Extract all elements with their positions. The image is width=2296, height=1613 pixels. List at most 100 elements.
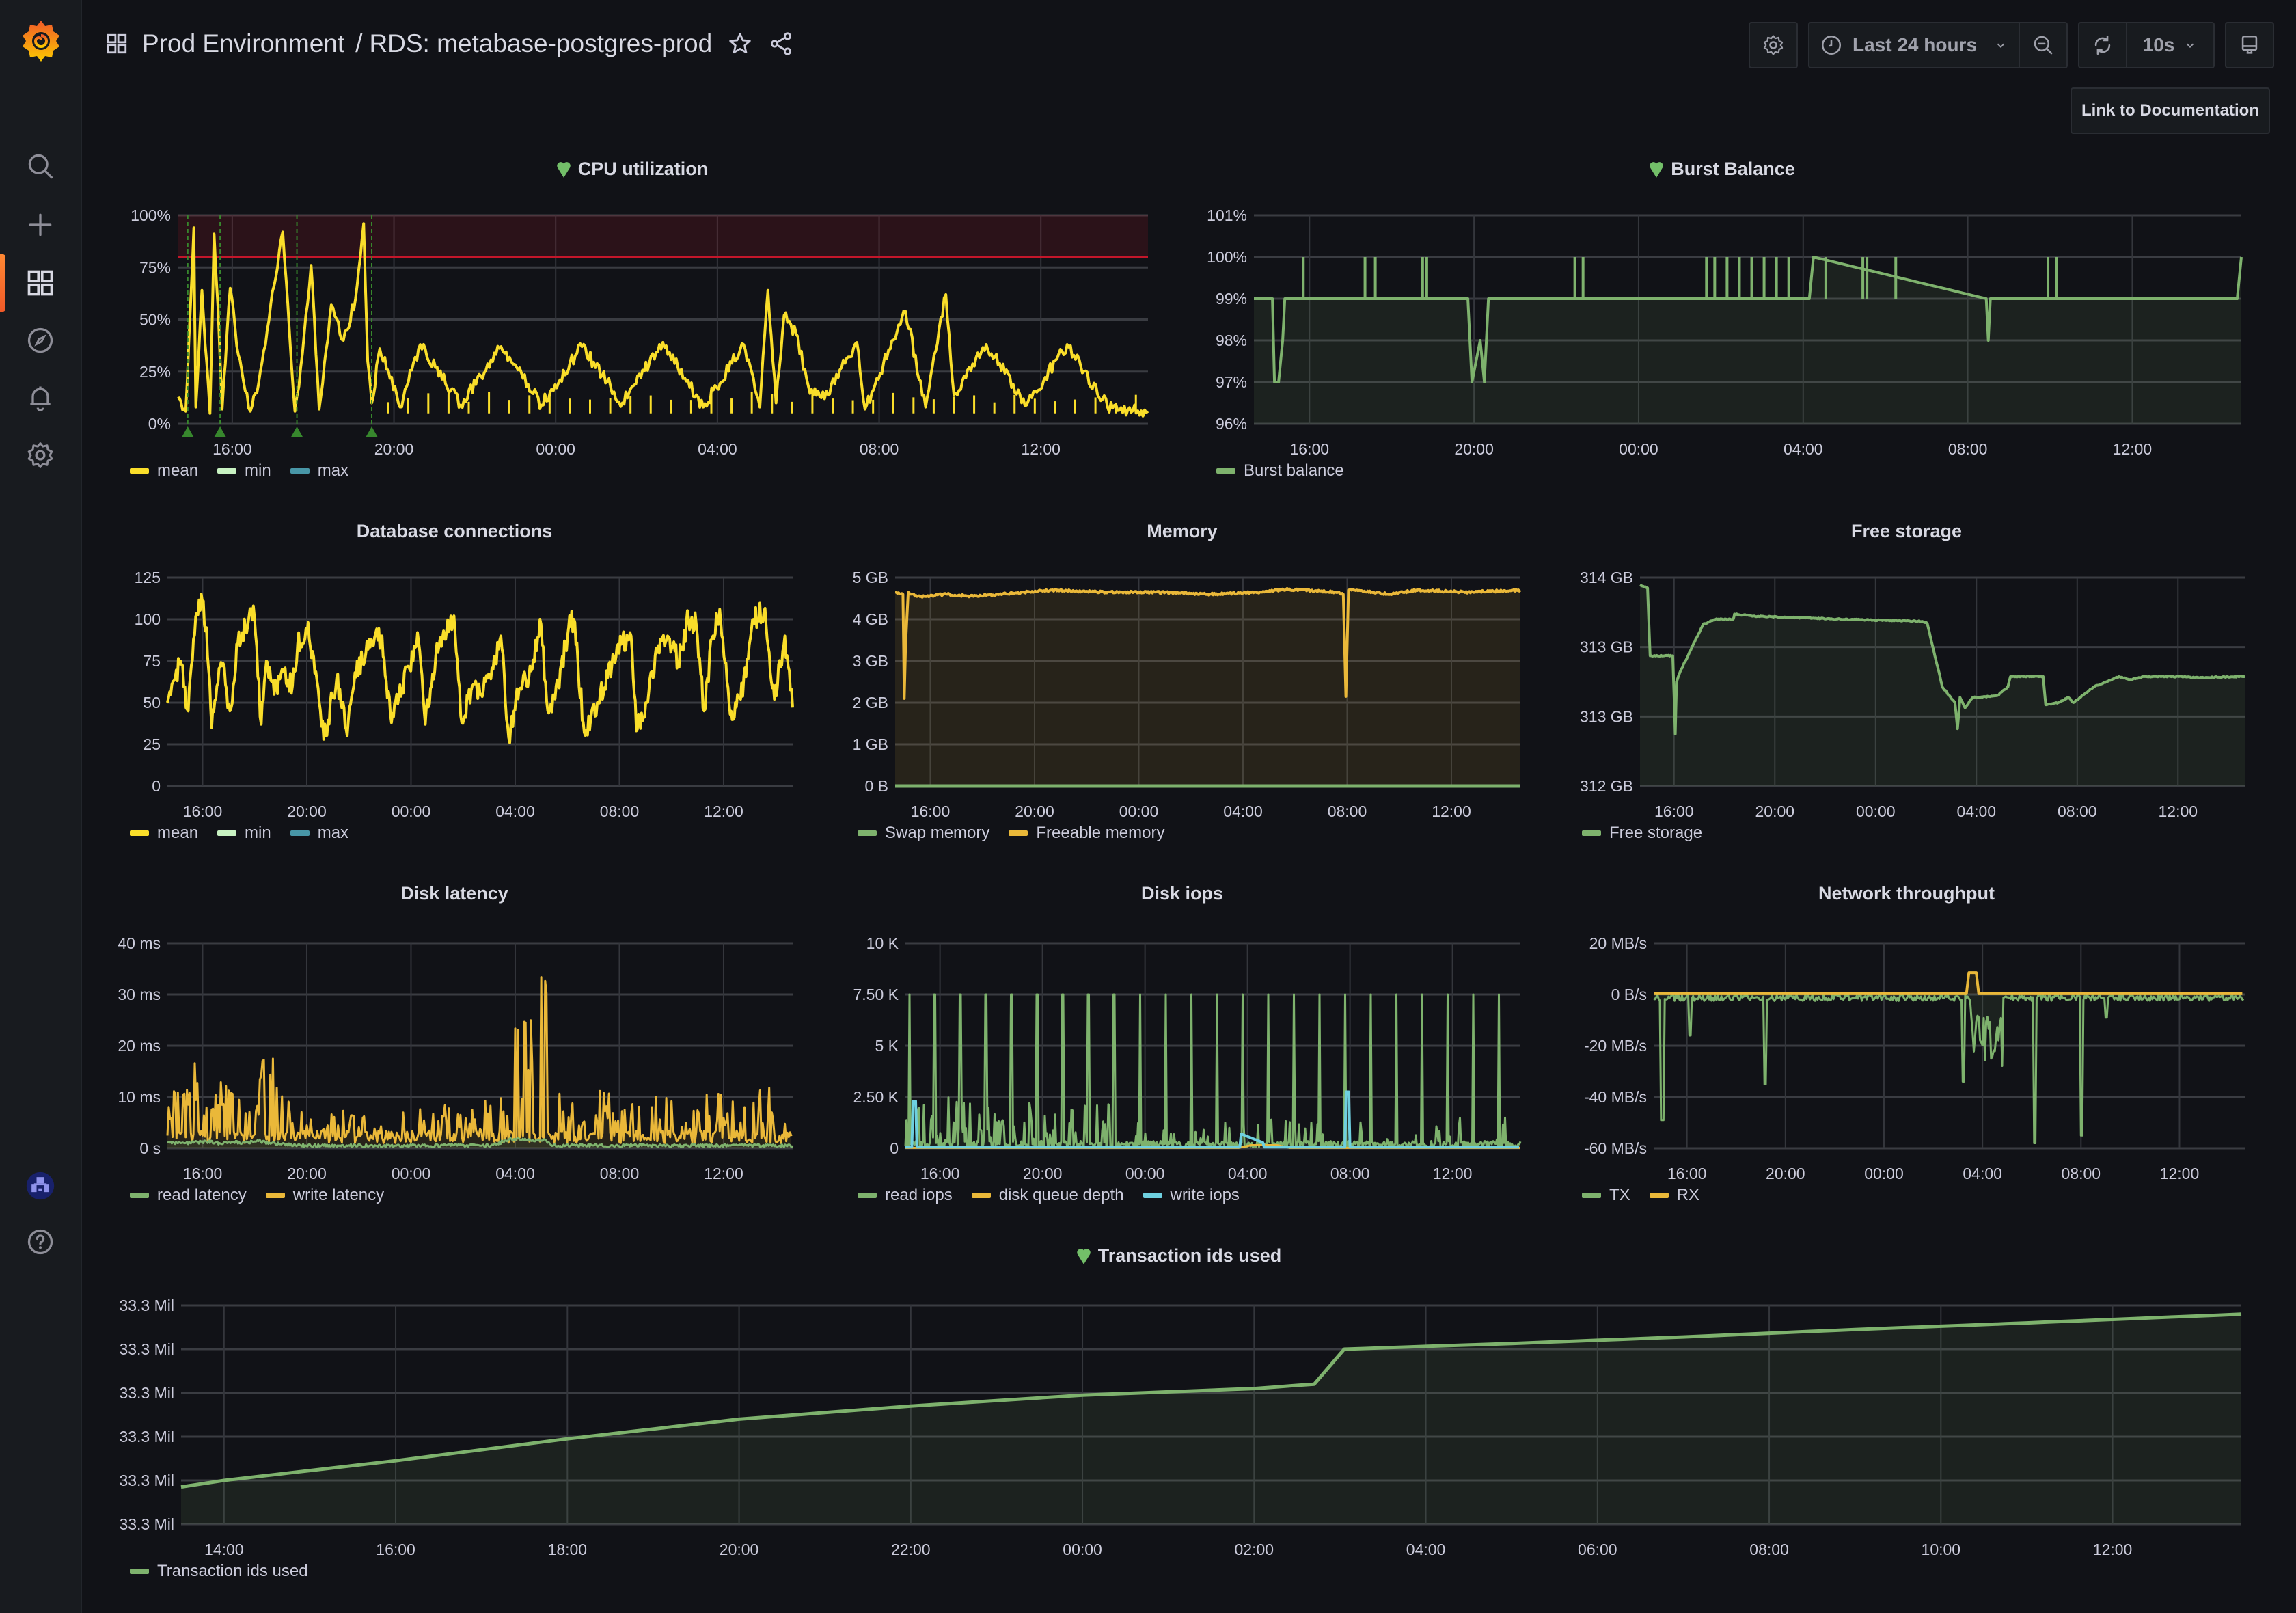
grafana-logo-icon[interactable] bbox=[20, 19, 62, 63]
legend-label: min bbox=[245, 461, 271, 480]
panel-disk-latency: Disk latency 0 s 10 ms 20 ms 30 ms 40 ms 16:00… bbox=[102, 875, 806, 1217]
x-tick-label: 08:00 bbox=[600, 1165, 640, 1182]
x-tick-label: 20:00 bbox=[287, 802, 327, 820]
annotation-marker[interactable] bbox=[214, 426, 227, 437]
y-tick-label: 0 B bbox=[864, 777, 888, 795]
share-icon[interactable] bbox=[768, 31, 794, 57]
x-tick-label: 16:00 bbox=[911, 802, 951, 820]
breadcrumb: Prod Environment / RDS: metabase-postgre… bbox=[105, 25, 794, 63]
x-tick-label: 04:00 bbox=[1228, 1165, 1268, 1182]
sidebar-item-configuration[interactable] bbox=[0, 431, 81, 479]
dashboard-settings-button[interactable] bbox=[1749, 22, 1798, 68]
legend-item-burst-balance[interactable]: Burst balance bbox=[1216, 461, 1344, 480]
legend-item-rx[interactable]: RX bbox=[1649, 1186, 1700, 1205]
refresh-button[interactable] bbox=[2079, 23, 2126, 67]
annotation-marker[interactable] bbox=[290, 426, 303, 437]
legend-item-read-iops[interactable]: read iops bbox=[858, 1186, 953, 1205]
x-tick-label: 16:00 bbox=[183, 1165, 223, 1182]
zoom-out-button[interactable] bbox=[2019, 23, 2066, 67]
legend-item-transaction-ids-used[interactable]: Transaction ids used bbox=[130, 1562, 308, 1581]
series-line-mean[interactable] bbox=[166, 593, 794, 744]
dashboards-grid-icon bbox=[27, 270, 53, 296]
panel-memory: Memory 0 B1 GB 2 GB 3 GB 4 GB 5 GB 16:00 20:00 0… bbox=[830, 513, 1534, 854]
x-tick-label: 12:00 bbox=[704, 1165, 743, 1182]
legend-label: Swap memory bbox=[885, 824, 990, 842]
folder-link[interactable]: Prod Environment bbox=[142, 29, 344, 58]
legend-item-mean[interactable]: mean bbox=[130, 824, 198, 843]
x-tick-label: 10:00 bbox=[1922, 1541, 1961, 1558]
legend-item-write-latency[interactable]: write latency bbox=[265, 1186, 384, 1205]
y-tick-label: 33.3 Mil bbox=[119, 1472, 174, 1489]
x-tick-label: 14:00 bbox=[204, 1541, 244, 1558]
series-line-tx[interactable] bbox=[1653, 993, 2245, 1144]
legend-label: min bbox=[245, 824, 271, 842]
legend-item-max[interactable]: max bbox=[290, 461, 348, 480]
y-tick-label: 20 MB/s bbox=[1589, 934, 1647, 952]
legend-label: mean bbox=[157, 824, 199, 842]
dashboard-navbar: Prod Environment / RDS: metabase-postgre… bbox=[81, 0, 2296, 87]
x-tick-label: 08:00 bbox=[1948, 440, 1988, 458]
chart-svg: -60 MB/s -40 MB/s -20 MB/s 0 B/s 20 MB/s 16:0… bbox=[1584, 934, 2245, 1182]
settings-button[interactable] bbox=[1750, 23, 1796, 67]
legend-item-min[interactable]: min bbox=[217, 461, 271, 480]
tv-mode-button[interactable] bbox=[2226, 23, 2273, 67]
y-tick-label: -40 MB/s bbox=[1584, 1088, 1647, 1106]
legend-swatch bbox=[1216, 468, 1235, 474]
annotation-marker[interactable] bbox=[366, 426, 378, 437]
y-tick-label: 97% bbox=[1216, 373, 1247, 391]
legend-item-max[interactable]: max bbox=[290, 824, 348, 843]
y-tick-label: 0 bbox=[152, 777, 161, 795]
series-line-read-iops[interactable] bbox=[904, 993, 1522, 1148]
legend-swatch bbox=[265, 1193, 285, 1198]
sidebar-item-help[interactable] bbox=[0, 1218, 81, 1266]
legend-item-read-latency[interactable]: read latency bbox=[130, 1186, 247, 1205]
y-tick-label: 33.3 Mil bbox=[119, 1340, 174, 1358]
y-tick-label: 313 GB bbox=[1580, 638, 1633, 656]
zoom-out-icon bbox=[2034, 36, 2053, 55]
sidebar-item-create[interactable] bbox=[0, 201, 81, 249]
legend-swatch bbox=[858, 830, 877, 836]
x-tick-label: 04:00 bbox=[1223, 802, 1263, 820]
legend-label: Burst balance bbox=[1244, 461, 1344, 480]
bell-icon bbox=[30, 386, 51, 411]
legend-item-freeable-memory[interactable]: Freeable memory bbox=[1009, 824, 1164, 843]
refresh-interval-dropdown[interactable]: 10s bbox=[2126, 23, 2213, 67]
legend-swatch bbox=[290, 468, 310, 474]
x-tick-label: 04:00 bbox=[495, 1165, 535, 1182]
panel-cpu-utilization: CPU utilization 0% 25% 50% 75% 100% 16:00 20:00… bbox=[102, 150, 1162, 492]
sidebar-item-search[interactable] bbox=[0, 142, 81, 190]
chart-svg: 0% 25% 50% 75% 100% 16:00 20:00 00:00 04:00 08:00… bbox=[131, 206, 1149, 458]
panel-burst-balance: Burst Balance 96% 97% 98% 99% 100% 101% 16:00 20… bbox=[1189, 150, 2255, 492]
legend-item-mean[interactable]: mean bbox=[130, 461, 198, 480]
chart-legend: Free storage bbox=[1582, 824, 1702, 843]
legend-swatch bbox=[1582, 830, 1601, 836]
legend-swatch bbox=[130, 830, 149, 836]
legend-label: RX bbox=[1676, 1186, 1700, 1204]
legend-item-disk-queue-depth[interactable]: disk queue depth bbox=[971, 1186, 1124, 1205]
x-tick-label: 00:00 bbox=[392, 802, 431, 820]
time-range-label: Last 24 hours bbox=[1852, 34, 1978, 55]
legend-item-write-iops[interactable]: write iops bbox=[1143, 1186, 1240, 1205]
series-line-rx[interactable] bbox=[1654, 971, 2243, 995]
time-range-button[interactable]: Last 24 hours bbox=[1809, 23, 2019, 67]
sidebar-item-profile[interactable] bbox=[0, 1162, 81, 1210]
x-tick-label: 16:00 bbox=[376, 1541, 415, 1558]
legend-label: max bbox=[317, 461, 349, 480]
sidebar-item-alerting[interactable] bbox=[0, 374, 81, 422]
gear-icon bbox=[1763, 35, 1784, 55]
legend-item-free-storage[interactable]: Free storage bbox=[1582, 824, 1702, 843]
star-icon[interactable] bbox=[727, 31, 753, 57]
legend-item-swap-memory[interactable]: Swap memory bbox=[858, 824, 989, 843]
y-tick-label: 2 GB bbox=[853, 694, 888, 711]
y-tick-label: 25 bbox=[143, 735, 161, 753]
dashboard-title[interactable]: RDS: metabase-postgres-prod bbox=[369, 29, 712, 58]
sidebar-item-dashboards[interactable] bbox=[0, 259, 81, 307]
annotation-marker[interactable] bbox=[181, 426, 194, 437]
sidebar-item-explore[interactable] bbox=[0, 316, 81, 364]
y-tick-label: 5 K bbox=[875, 1037, 899, 1055]
documentation-link[interactable]: Link to Documentation bbox=[2070, 87, 2270, 134]
legend-item-tx[interactable]: TX bbox=[1582, 1186, 1630, 1205]
legend-label: mean bbox=[157, 461, 199, 480]
legend-item-min[interactable]: min bbox=[217, 824, 271, 843]
chart-svg: 0 B 1 GB 2 GB 3 GB 4 GB 5 GB 16:00 20:00 00:00 04… bbox=[853, 569, 1522, 820]
